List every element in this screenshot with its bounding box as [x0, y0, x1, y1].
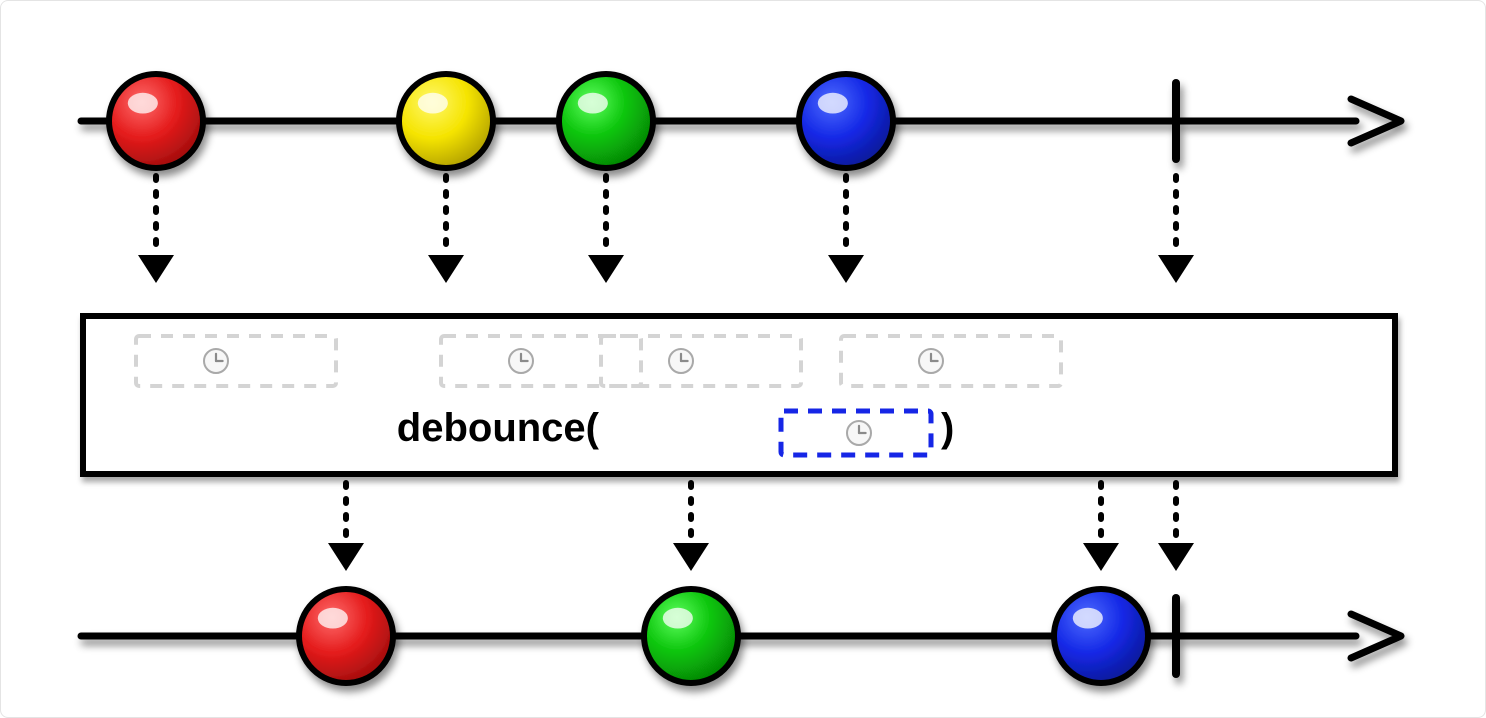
clock-icon [204, 349, 228, 373]
source-marble-blue [799, 74, 893, 168]
drop-to-result [1083, 483, 1119, 571]
source-marble-green [559, 74, 653, 168]
drop-to-operator [1158, 176, 1194, 283]
clock-icon [669, 349, 693, 373]
source-marble-yellow [399, 74, 493, 168]
operator-box: debounce() [83, 316, 1395, 474]
diagram-svg: debounce() [1, 1, 1486, 718]
result-marble-green [644, 589, 738, 683]
clock-icon [509, 349, 533, 373]
result-marble-blue [1054, 589, 1148, 683]
drop-to-result [1158, 483, 1194, 571]
marble-diagram: debounce() [0, 0, 1486, 718]
source-marble-red [109, 74, 203, 168]
operator-label-suffix: ) [941, 406, 954, 450]
source-timeline [81, 83, 1401, 159]
clock-icon [919, 349, 943, 373]
drop-to-result [673, 483, 709, 571]
drop-to-result [328, 483, 364, 571]
result-marble-red [299, 589, 393, 683]
drop-to-operator [428, 176, 464, 283]
drop-to-operator [588, 176, 624, 283]
drop-to-operator [138, 176, 174, 283]
drop-to-operator [828, 176, 864, 283]
operator-label-prefix: debounce( [397, 406, 600, 450]
clock-icon [847, 421, 871, 445]
